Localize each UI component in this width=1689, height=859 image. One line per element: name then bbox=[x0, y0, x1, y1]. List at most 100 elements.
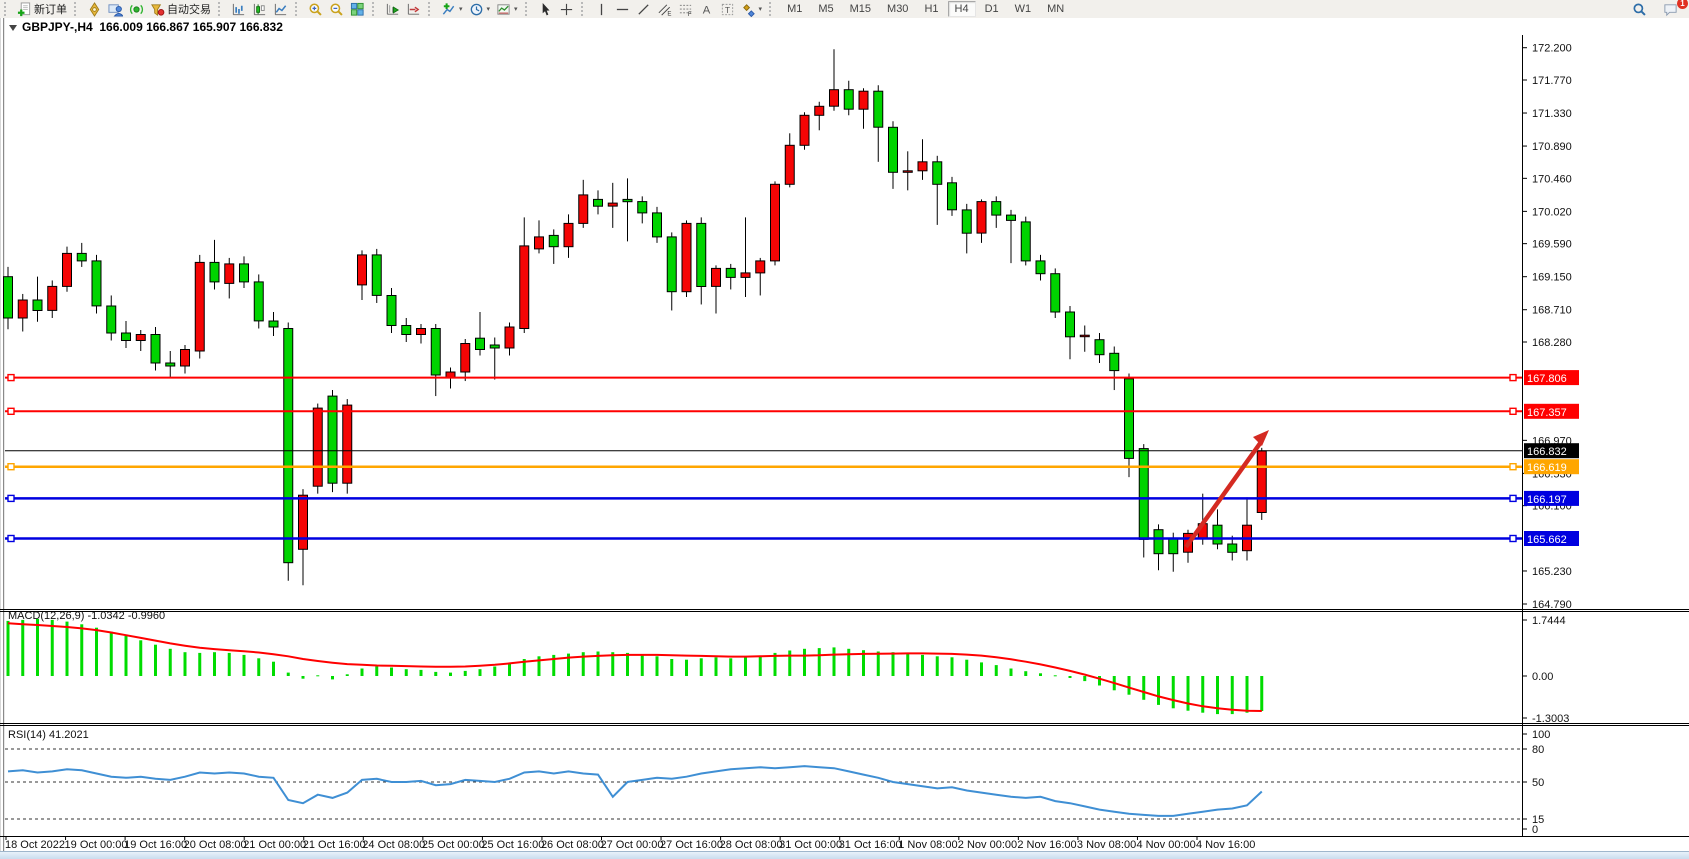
macd-histogram-bar bbox=[877, 652, 880, 677]
crosshair-tool-button[interactable] bbox=[556, 1, 577, 18]
toolbar-group-handle bbox=[4, 2, 11, 16]
time-axis[interactable]: 18 Oct 202219 Oct 00:0019 Oct 16:0020 Oc… bbox=[5, 837, 1255, 852]
hline-left-handle[interactable] bbox=[8, 464, 14, 470]
notifications-button[interactable]: 1 bbox=[1660, 1, 1681, 18]
candle bbox=[48, 286, 57, 310]
indicators-menu-button[interactable]: ▾ bbox=[438, 1, 466, 18]
candle bbox=[77, 253, 86, 261]
chart-shift-button[interactable] bbox=[382, 1, 403, 18]
autotrade-button[interactable]: 自动交易 bbox=[147, 1, 214, 18]
timeframe-button-m5[interactable]: M5 bbox=[811, 1, 840, 17]
toolbar-group-handle bbox=[74, 2, 81, 16]
timeframe-button-h4[interactable]: H4 bbox=[948, 1, 976, 17]
hline-right-handle[interactable] bbox=[1510, 375, 1516, 381]
candle-chart-button[interactable] bbox=[249, 1, 270, 18]
time-tick-label: 27 Oct 16:00 bbox=[660, 839, 723, 851]
candle bbox=[18, 300, 27, 318]
dropdown-arrow-icon[interactable]: ▾ bbox=[514, 5, 518, 13]
macd-histogram-bar bbox=[1054, 675, 1057, 676]
hline-right-handle[interactable] bbox=[1510, 536, 1516, 542]
text-icon: A bbox=[699, 2, 714, 17]
horizontal-line-tool-button[interactable] bbox=[612, 1, 633, 18]
macd-histogram-bar bbox=[154, 645, 157, 676]
market-watch-button[interactable] bbox=[105, 1, 126, 18]
new-order-button[interactable]: 新订单 bbox=[14, 1, 70, 18]
hline-left-handle[interactable] bbox=[8, 375, 14, 381]
trendline-tool-button[interactable] bbox=[633, 1, 654, 18]
fibonacci-tool-button[interactable]: F bbox=[675, 1, 696, 18]
candle bbox=[682, 223, 691, 291]
terminal-button[interactable] bbox=[126, 1, 147, 18]
timeframe-button-d1[interactable]: D1 bbox=[978, 1, 1006, 17]
templates-icon bbox=[496, 2, 511, 17]
bar-chart-button[interactable] bbox=[228, 1, 249, 18]
candle bbox=[933, 162, 942, 185]
arrows-tool-button[interactable]: ▾ bbox=[738, 1, 766, 18]
chart-title-text: GBPJPY-,H4 166.009 166.867 165.907 166.8… bbox=[22, 20, 283, 34]
time-tick-label: 26 Oct 08:00 bbox=[541, 839, 604, 851]
timeframe-button-mn[interactable]: MN bbox=[1040, 1, 1071, 17]
channel-tool-button[interactable]: E bbox=[654, 1, 675, 18]
templates-menu-button[interactable]: ▾ bbox=[493, 1, 521, 18]
candle bbox=[992, 202, 1001, 216]
cursor-tool-button[interactable] bbox=[535, 1, 556, 18]
zoom-out-button[interactable] bbox=[326, 1, 347, 18]
price-tick-label: 171.330 bbox=[1532, 108, 1572, 120]
price-tick-label: 169.150 bbox=[1532, 272, 1572, 284]
timeframe-button-w1[interactable]: W1 bbox=[1008, 1, 1039, 17]
macd-histogram-bar bbox=[1128, 676, 1131, 695]
text-label-tool-button[interactable]: T bbox=[717, 1, 738, 18]
chart-window[interactable]: MACD(12,26,9) -1.0342 -0.9960RSI(14) 41.… bbox=[0, 18, 1689, 853]
price-tick-label: 170.890 bbox=[1532, 141, 1572, 153]
navigator-button[interactable] bbox=[84, 1, 105, 18]
hline-left-handle[interactable] bbox=[8, 408, 14, 414]
text-tool-button[interactable]: A bbox=[696, 1, 717, 18]
rsi-axis-label: 80 bbox=[1532, 744, 1544, 756]
macd-histogram-bar bbox=[1083, 676, 1086, 681]
timeframe-button-h1[interactable]: H1 bbox=[917, 1, 945, 17]
hline-right-handle[interactable] bbox=[1510, 495, 1516, 501]
macd-histogram-bar bbox=[95, 628, 98, 676]
tile-windows-button[interactable] bbox=[347, 1, 368, 18]
price-badge-label: 167.806 bbox=[1527, 373, 1567, 385]
dropdown-arrow-icon[interactable]: ▾ bbox=[487, 5, 491, 13]
timeframe-button-m1[interactable]: M1 bbox=[780, 1, 809, 17]
time-tick-label: 25 Oct 16:00 bbox=[481, 839, 544, 851]
chart-svg[interactable]: MACD(12,26,9) -1.0342 -0.9960RSI(14) 41.… bbox=[0, 18, 1689, 853]
chart-autoscroll-button[interactable] bbox=[403, 1, 424, 18]
macd-histogram-bar bbox=[715, 657, 718, 676]
dropdown-arrow-icon[interactable]: ▾ bbox=[759, 5, 763, 13]
time-tick-label: 20 Oct 08:00 bbox=[184, 839, 247, 851]
time-tick-label: 1 Nov 08:00 bbox=[898, 839, 957, 851]
hline-right-handle[interactable] bbox=[1510, 408, 1516, 414]
macd-histogram-bar bbox=[7, 621, 10, 676]
hline-right-handle[interactable] bbox=[1510, 464, 1516, 470]
timeframe-button-m30[interactable]: M30 bbox=[880, 1, 915, 17]
candle bbox=[1139, 449, 1148, 540]
timeframe-button-m15[interactable]: M15 bbox=[843, 1, 878, 17]
zoom-in-button[interactable] bbox=[305, 1, 326, 18]
price-badge-label: 166.197 bbox=[1527, 494, 1567, 506]
price-badge-label: 167.357 bbox=[1527, 407, 1567, 419]
candle bbox=[431, 329, 440, 376]
dropdown-arrow-icon[interactable]: ▾ bbox=[459, 5, 463, 13]
cursor-icon bbox=[538, 2, 553, 17]
candle bbox=[33, 300, 42, 311]
vertical-line-tool-button[interactable] bbox=[591, 1, 612, 18]
time-tick-label: 28 Oct 08:00 bbox=[720, 839, 783, 851]
periods-menu-button[interactable]: ▾ bbox=[466, 1, 494, 18]
macd-axis-label: -1.3003 bbox=[1532, 713, 1569, 725]
macd-histogram-bar bbox=[1187, 676, 1190, 711]
hline-left-handle[interactable] bbox=[8, 536, 14, 542]
candle bbox=[844, 90, 853, 110]
candle bbox=[284, 329, 293, 563]
candle bbox=[4, 277, 13, 318]
candle bbox=[1007, 215, 1016, 220]
hline-left-handle[interactable] bbox=[8, 495, 14, 501]
macd-histogram-bar bbox=[316, 675, 319, 676]
search-button[interactable] bbox=[1629, 1, 1650, 18]
line-chart-button[interactable] bbox=[270, 1, 291, 18]
toolbar: 新订单 自动交易 ▾ ▾ ▾ EFAT ▾ M1M5M15M30H1H4D1W1MN 1 bbox=[0, 0, 1689, 19]
zoom-out-icon bbox=[329, 2, 344, 17]
candle bbox=[712, 268, 721, 286]
